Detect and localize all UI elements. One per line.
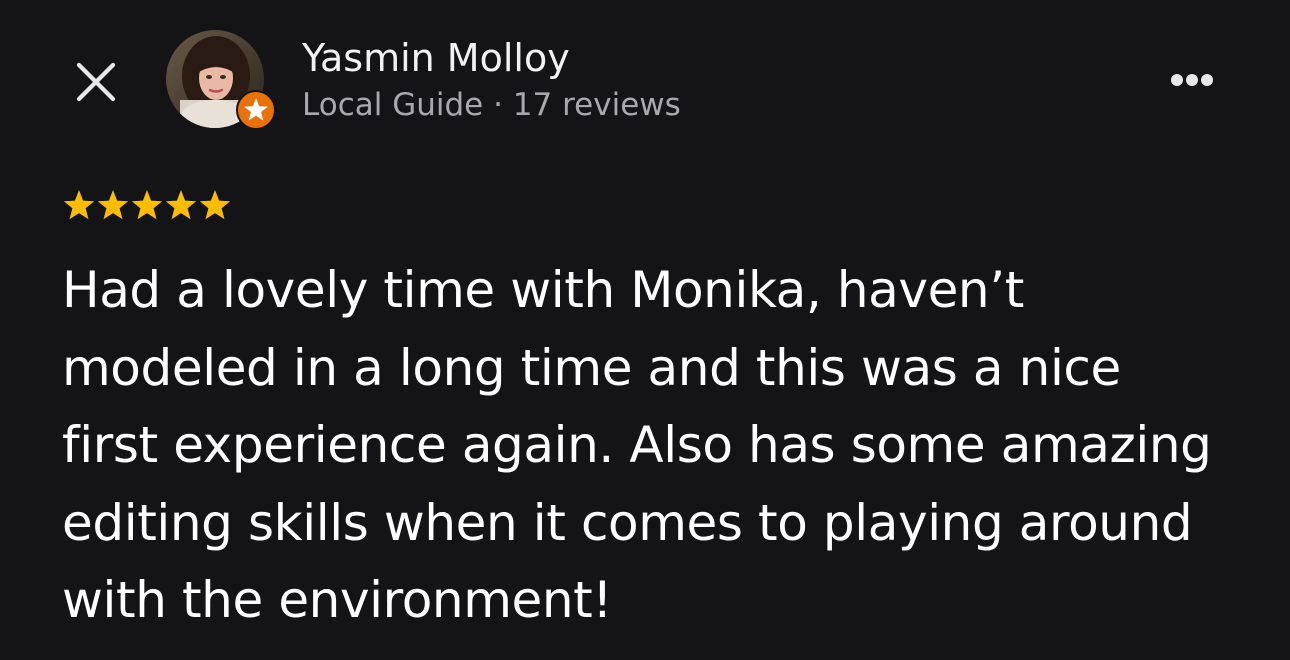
- star-icon: [198, 184, 232, 226]
- star-icon: [62, 184, 96, 226]
- close-button[interactable]: [70, 56, 122, 108]
- close-icon: [76, 62, 116, 102]
- star-icon: [96, 184, 130, 226]
- reviewer-name[interactable]: Yasmin Molloy: [302, 34, 570, 82]
- local-guide-badge: [236, 90, 276, 130]
- local-guide-star-icon: [236, 90, 276, 130]
- review-text: Had a lovely time with Monika, haven’t m…: [62, 261, 1212, 629]
- star-rating: [62, 184, 232, 226]
- more-options-button[interactable]: [1160, 58, 1224, 102]
- star-icon: [164, 184, 198, 226]
- reviewer-avatar-container[interactable]: [166, 30, 276, 130]
- more-horizontal-icon: [1171, 74, 1213, 86]
- reviewer-meta: Local Guide · 17 reviews: [302, 87, 681, 123]
- star-icon: [130, 184, 164, 226]
